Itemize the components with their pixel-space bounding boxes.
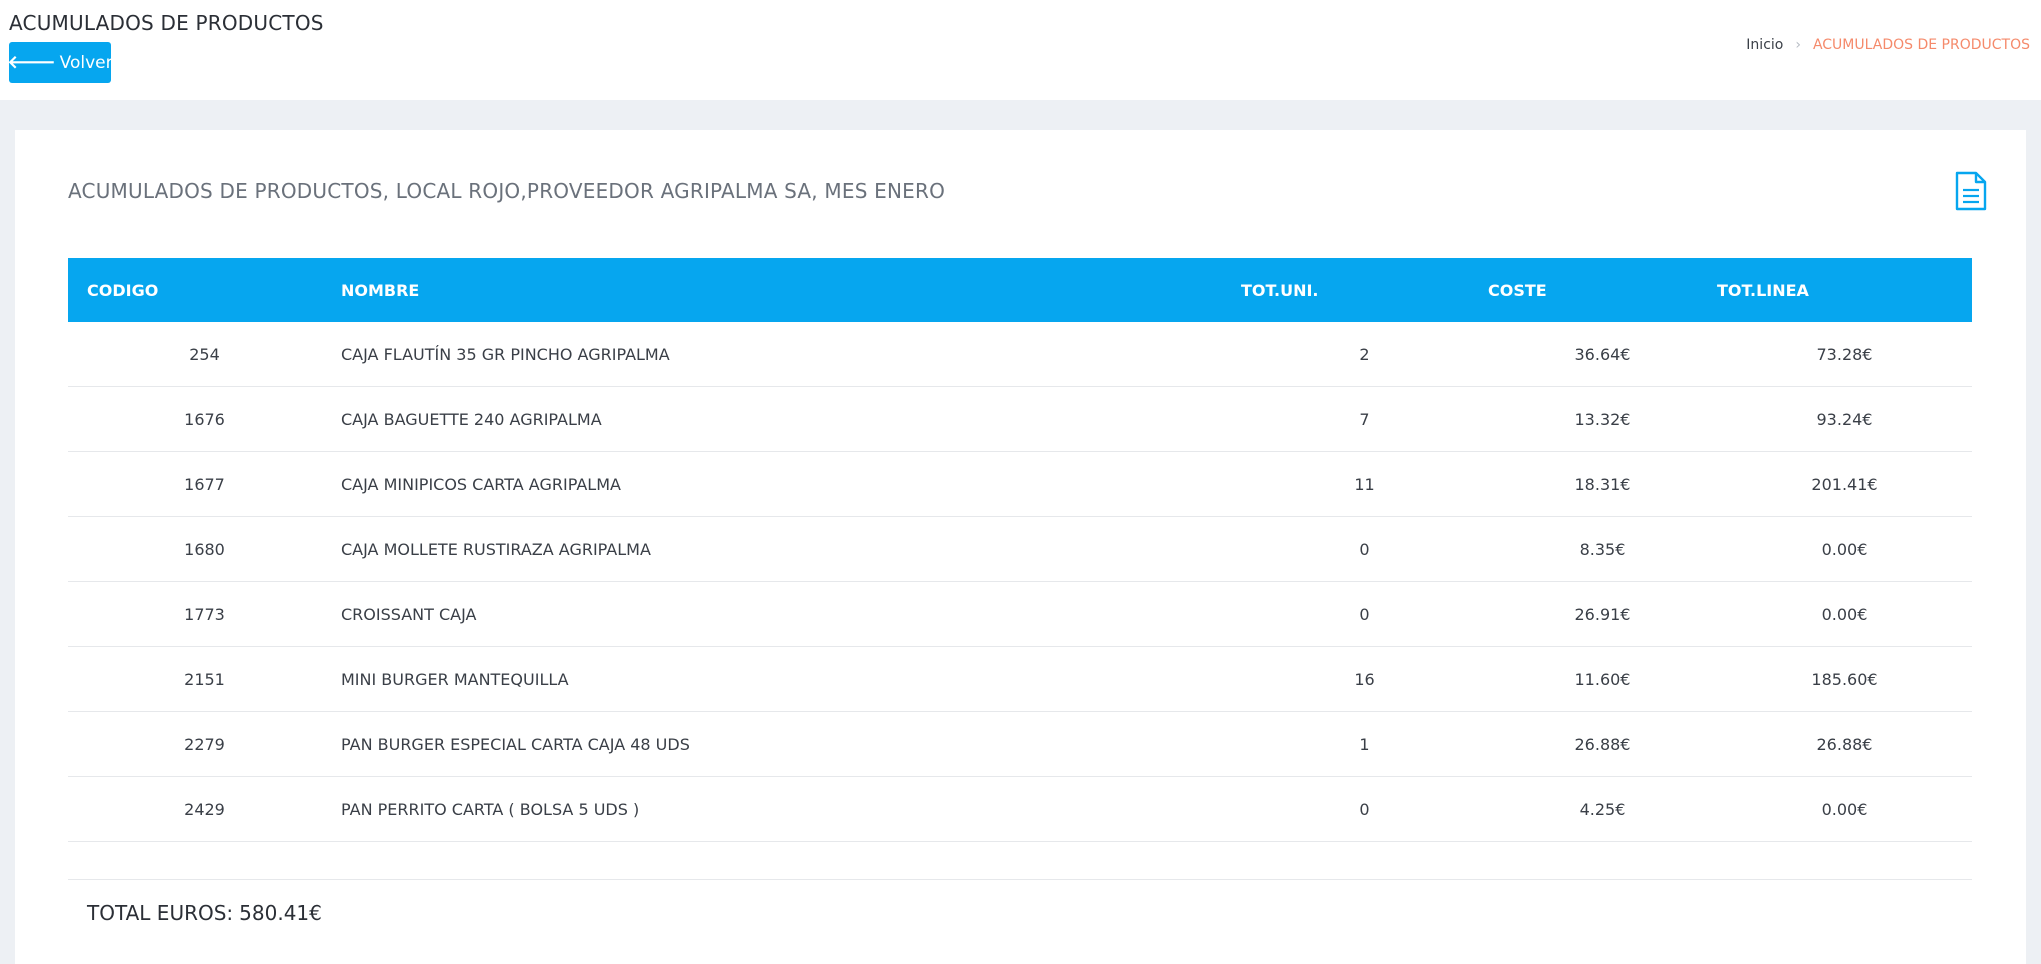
arrow-left-icon: 🡐 <box>7 51 56 73</box>
cell-units: 0 <box>1241 516 1488 582</box>
cell-name: CAJA BAGUETTE 240 AGRIPALMA <box>341 386 1241 452</box>
table-header-row: CODIGO NOMBRE TOT.UNI. COSTE TOT.LINEA <box>68 258 1972 322</box>
column-header-total: TOT.LINEA <box>1717 280 1809 300</box>
cell-cost: 13.32€ <box>1488 386 1717 452</box>
cell-name: MINI BURGER MANTEQUILLA <box>341 646 1241 712</box>
table-row: 1680 CAJA MOLLETE RUSTIRAZA AGRIPALMA 0 … <box>68 516 1972 582</box>
cell-total: 0.00€ <box>1717 776 1972 842</box>
total-label: TOTAL EUROS: <box>87 901 234 925</box>
breadcrumb-home-link[interactable]: Inicio <box>1746 37 1783 53</box>
cell-code: 2429 <box>68 776 341 842</box>
cell-units: 11 <box>1241 451 1488 517</box>
cell-name: CAJA MINIPICOS CARTA AGRIPALMA <box>341 451 1241 517</box>
table-row: 1773 CROISSANT CAJA 0 26.91€ 0.00€ <box>68 581 1972 647</box>
chevron-right-icon: › <box>1795 37 1801 53</box>
cell-total: 185.60€ <box>1717 646 1972 712</box>
cell-units: 0 <box>1241 776 1488 842</box>
cell-name: CAJA FLAUTÍN 35 GR PINCHO AGRIPALMA <box>341 322 1241 387</box>
top-bar: ACUMULADOS DE PRODUCTOS 🡐 Volver Inicio … <box>0 0 2041 100</box>
cell-cost: 4.25€ <box>1488 776 1717 842</box>
cell-code: 254 <box>68 322 341 387</box>
cell-units: 16 <box>1241 646 1488 712</box>
cell-cost: 11.60€ <box>1488 646 1717 712</box>
cell-total: 73.28€ <box>1717 322 1972 387</box>
cell-code: 1773 <box>68 581 341 647</box>
cell-total: 0.00€ <box>1717 581 1972 647</box>
cell-code: 1677 <box>68 451 341 517</box>
cell-units: 0 <box>1241 581 1488 647</box>
table-row: 2151 MINI BURGER MANTEQUILLA 16 11.60€ 1… <box>68 646 1972 712</box>
cell-total: 93.24€ <box>1717 386 1972 452</box>
cell-cost: 26.91€ <box>1488 581 1717 647</box>
column-header-code: CODIGO <box>87 280 159 300</box>
table-row: 1677 CAJA MINIPICOS CARTA AGRIPALMA 11 1… <box>68 451 1972 517</box>
cell-name: CAJA MOLLETE RUSTIRAZA AGRIPALMA <box>341 516 1241 582</box>
document-icon[interactable] <box>1954 171 1988 211</box>
column-header-cost: COSTE <box>1488 280 1547 300</box>
cell-name: PAN PERRITO CARTA ( BOLSA 5 UDS ) <box>341 776 1241 842</box>
cell-code: 1680 <box>68 516 341 582</box>
report-title: ACUMULADOS DE PRODUCTOS, LOCAL ROJO,PROV… <box>68 179 946 203</box>
total-summary: TOTAL EUROS: 580.41€ <box>87 901 322 925</box>
table-row: 1676 CAJA BAGUETTE 240 AGRIPALMA 7 13.32… <box>68 386 1972 452</box>
cell-units: 1 <box>1241 711 1488 777</box>
cell-name: PAN BURGER ESPECIAL CARTA CAJA 48 UDS <box>341 711 1241 777</box>
cell-cost: 36.64€ <box>1488 322 1717 387</box>
column-header-name: NOMBRE <box>341 280 420 300</box>
table-row: 254 CAJA FLAUTÍN 35 GR PINCHO AGRIPALMA … <box>68 322 1972 387</box>
page-title: ACUMULADOS DE PRODUCTOS <box>9 11 324 35</box>
cell-code: 2151 <box>68 646 341 712</box>
cell-name: CROISSANT CAJA <box>341 581 1241 647</box>
report-card: ACUMULADOS DE PRODUCTOS, LOCAL ROJO,PROV… <box>15 130 2026 964</box>
table-row: 2429 PAN PERRITO CARTA ( BOLSA 5 UDS ) 0… <box>68 776 1972 842</box>
cell-cost: 8.35€ <box>1488 516 1717 582</box>
products-table: CODIGO NOMBRE TOT.UNI. COSTE TOT.LINEA 2… <box>68 258 1972 842</box>
cell-cost: 18.31€ <box>1488 451 1717 517</box>
column-header-units: TOT.UNI. <box>1241 280 1319 300</box>
cell-cost: 26.88€ <box>1488 711 1717 777</box>
cell-code: 1676 <box>68 386 341 452</box>
cell-units: 2 <box>1241 322 1488 387</box>
breadcrumb: Inicio › ACUMULADOS DE PRODUCTOS <box>1746 37 2030 53</box>
divider <box>68 879 1972 880</box>
cell-total: 26.88€ <box>1717 711 1972 777</box>
table-row: 2279 PAN BURGER ESPECIAL CARTA CAJA 48 U… <box>68 711 1972 777</box>
cell-total: 0.00€ <box>1717 516 1972 582</box>
total-value: 580.41€ <box>239 901 322 925</box>
back-button-label: Volver <box>59 52 113 73</box>
back-button[interactable]: 🡐 Volver <box>7 42 113 83</box>
cell-total: 201.41€ <box>1717 451 1972 517</box>
cell-units: 7 <box>1241 386 1488 452</box>
breadcrumb-current: ACUMULADOS DE PRODUCTOS <box>1812 37 2030 53</box>
cell-code: 2279 <box>68 711 341 777</box>
